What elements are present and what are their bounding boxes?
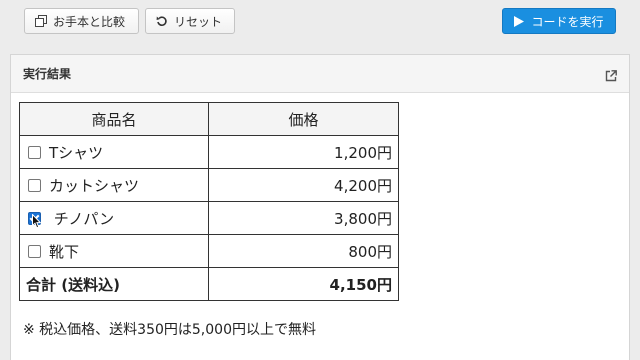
panel-title: 実行結果 [23,67,72,81]
run-code-button-label: コードを実行 [531,14,604,29]
copy-icon [35,15,47,27]
product-price: 4,200円 [208,168,399,202]
result-panel: 実行結果 商品名 価格 Tシャツ 1,200円 カットシャツ 4,200円 チノ… [10,54,630,360]
table-row: 靴下 800円 [19,234,399,268]
table-row: カットシャツ 4,200円 [19,168,399,202]
product-price: 800円 [208,234,399,268]
toolbar: お手本と比較 リセット コードを実行 [0,0,640,44]
product-name: カットシャツ [49,176,140,195]
product-table: 商品名 価格 Tシャツ 1,200円 カットシャツ 4,200円 チノパン 3,… [19,102,399,301]
compare-button-label: お手本と比較 [53,14,126,29]
product-name-cell: カットシャツ [19,168,209,202]
table-row: Tシャツ 1,200円 [19,135,399,169]
column-header-name: 商品名 [19,102,209,136]
total-value: 4,150円 [208,267,399,301]
product-checkbox[interactable] [28,244,41,258]
checkbox-wrap [26,210,54,228]
product-price: 1,200円 [208,135,399,169]
table-row: チノパン 3,800円 [19,201,399,235]
product-name: Tシャツ [49,143,104,162]
compare-button[interactable]: お手本と比較 [24,8,139,34]
total-row: 合計 (送料込) 4,150円 [19,267,399,301]
undo-icon [156,15,168,27]
play-icon [514,15,525,27]
total-label: 合計 (送料込) [19,267,209,301]
mouse-cursor-icon [32,212,42,233]
reset-button[interactable]: リセット [145,8,235,34]
reset-button-label: リセット [174,14,223,29]
external-link-icon[interactable] [605,67,617,86]
product-checkbox[interactable] [28,145,41,159]
table-header-row: 商品名 価格 [19,102,399,136]
product-name-cell: チノパン [19,201,209,235]
product-name-cell: Tシャツ [19,135,209,169]
price-note: ※ 税込価格、送料350円は5,000円以上で無料 [23,322,316,338]
product-name: 靴下 [49,242,80,261]
product-name: チノパン [53,209,115,228]
run-code-button[interactable]: コードを実行 [502,8,616,34]
product-name-cell: 靴下 [19,234,209,268]
column-header-price: 価格 [208,102,399,136]
product-price: 3,800円 [208,201,399,235]
product-checkbox[interactable] [28,178,41,192]
result-panel-header: 実行結果 [11,55,629,93]
